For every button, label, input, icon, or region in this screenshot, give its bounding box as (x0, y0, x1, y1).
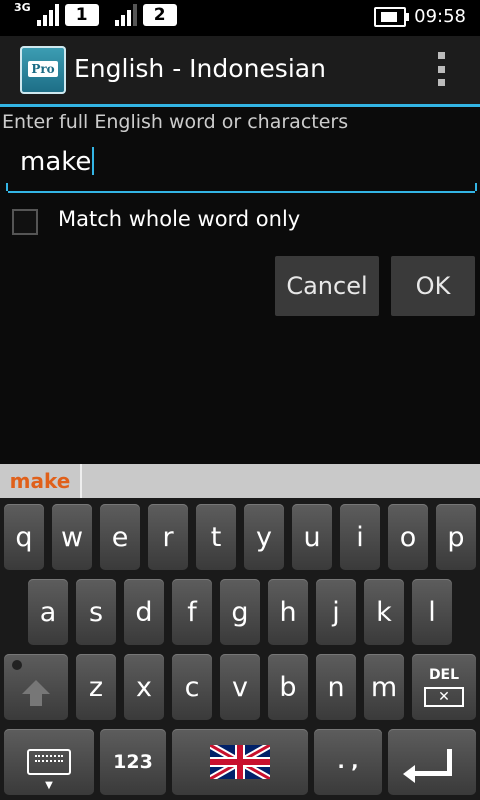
key-h[interactable]: h (268, 579, 308, 645)
key-m[interactable]: m (364, 654, 404, 720)
key-w[interactable]: w (52, 504, 92, 570)
sim2-badge: 2 (142, 4, 177, 26)
dialog-prompt: Enter full English word or characters (2, 111, 349, 133)
key-y[interactable]: y (244, 504, 284, 570)
keyboard: q w e r t y u i o p a s d f g h j k l z … (0, 498, 480, 800)
numbers-key[interactable]: 123 (100, 729, 166, 795)
signal-icon (114, 4, 137, 26)
key-i[interactable]: i (340, 504, 380, 570)
signal-icon (36, 4, 59, 26)
key-r[interactable]: r (148, 504, 188, 570)
match-whole-word-label[interactable]: Match whole word only (58, 207, 300, 231)
app-icon-label: Pro (28, 61, 58, 77)
key-s[interactable]: s (76, 579, 116, 645)
key-e[interactable]: e (100, 504, 140, 570)
key-u[interactable]: u (292, 504, 332, 570)
key-q[interactable]: q (4, 504, 44, 570)
backspace-icon: ✕ (424, 687, 464, 707)
key-c[interactable]: c (172, 654, 212, 720)
sim1-badge: 1 (64, 4, 99, 26)
suggestion-bar: make (0, 464, 480, 498)
action-bar: Pro English - Indonesian (0, 36, 480, 107)
battery-charging-icon (374, 6, 410, 27)
shift-icon (22, 680, 50, 706)
word-input[interactable]: make (6, 145, 477, 193)
search-dialog: Enter full English word or characters ma… (0, 107, 480, 464)
key-o[interactable]: o (388, 504, 428, 570)
key-x[interactable]: x (124, 654, 164, 720)
enter-icon (402, 748, 452, 783)
chevron-down-icon: ▼ (45, 780, 53, 791)
match-whole-word-checkbox[interactable] (12, 209, 38, 235)
keyboard-switch-key[interactable]: ▼ (4, 729, 94, 795)
app-icon[interactable]: Pro (20, 46, 66, 94)
delete-key-label: DEL (428, 667, 460, 683)
shift-indicator (12, 660, 22, 670)
page-title: English - Indonesian (74, 54, 326, 83)
key-f[interactable]: f (172, 579, 212, 645)
key-g[interactable]: g (220, 579, 260, 645)
clock: 09:58 (414, 6, 466, 27)
suggestion-item[interactable]: make (0, 464, 82, 498)
key-l[interactable]: l (412, 579, 452, 645)
key-a[interactable]: a (28, 579, 68, 645)
key-d[interactable]: d (124, 579, 164, 645)
network-type: 3G (14, 0, 31, 14)
uk-flag-icon (210, 745, 270, 779)
overflow-menu-icon[interactable] (436, 52, 446, 86)
delete-key[interactable]: DEL ✕ (412, 654, 476, 720)
keyboard-icon (27, 749, 71, 775)
punctuation-key[interactable]: . , (314, 729, 382, 795)
key-z[interactable]: z (76, 654, 116, 720)
text-cursor (92, 147, 95, 175)
key-v[interactable]: v (220, 654, 260, 720)
key-p[interactable]: p (436, 504, 476, 570)
key-n[interactable]: n (316, 654, 356, 720)
word-input-value: make (20, 147, 92, 177)
key-k[interactable]: k (364, 579, 404, 645)
enter-key[interactable] (388, 729, 476, 795)
shift-key[interactable] (4, 654, 68, 720)
key-t[interactable]: t (196, 504, 236, 570)
ok-button[interactable]: OK (391, 256, 475, 316)
key-b[interactable]: b (268, 654, 308, 720)
key-j[interactable]: j (316, 579, 356, 645)
cancel-button[interactable]: Cancel (275, 256, 379, 316)
space-key[interactable] (172, 729, 308, 795)
status-bar: 3G 1 2 09:58 (0, 0, 480, 36)
